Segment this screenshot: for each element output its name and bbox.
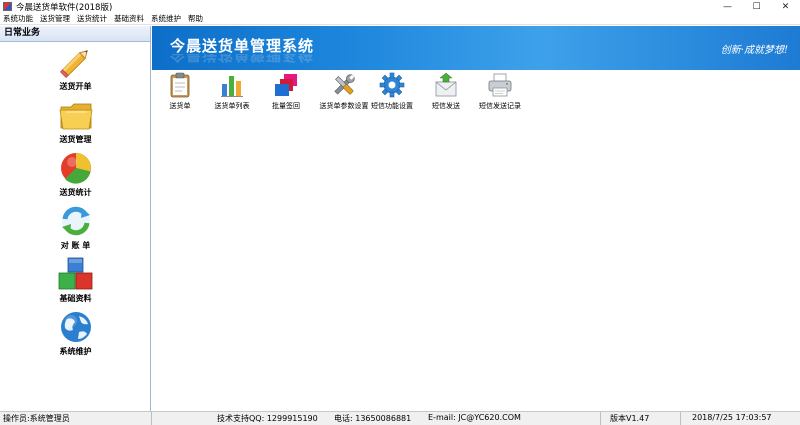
tool-sms-records[interactable]: 短信发送记录 xyxy=(474,72,526,114)
tool-delivery-note[interactable]: 送货单 xyxy=(160,72,200,114)
folder-icon xyxy=(59,103,93,130)
tool-sms-settings[interactable]: 短信功能设置 xyxy=(368,72,416,114)
banner-slogan: 创新·成就梦想! xyxy=(720,45,788,56)
gear-icon xyxy=(379,72,405,98)
mail-send-icon xyxy=(435,72,457,97)
tool-label: 短信功能设置 xyxy=(371,102,413,110)
clipboard-icon xyxy=(170,72,190,98)
menu-system-functions[interactable]: 系统功能 xyxy=(0,13,37,24)
printer-icon xyxy=(488,73,512,97)
sidebar-item-label: 送货管理 xyxy=(59,135,92,144)
sidebar-item-label: 基础资料 xyxy=(59,294,92,303)
sidebar-header: 日常业务 xyxy=(0,26,150,42)
minimize-icon[interactable]: — xyxy=(713,0,742,13)
tool-label: 送货单列表 xyxy=(214,102,250,110)
maximize-icon[interactable]: ☐ xyxy=(742,0,771,13)
window-title: 今晨送货单软件(2018版) xyxy=(16,2,113,13)
sidebar-item-delivery-management[interactable]: 送货管理 xyxy=(0,98,151,150)
tool-sms-send[interactable]: 短信发送 xyxy=(426,72,466,114)
tool-label: 送货单 xyxy=(169,102,191,110)
tool-label: 短信发送 xyxy=(432,102,460,110)
sidebar-item-label: 送货开单 xyxy=(59,82,92,91)
bar-chart-icon xyxy=(221,76,243,97)
status-separator xyxy=(151,412,152,425)
status-email: E-mail: JC@YC620.COM xyxy=(428,413,521,422)
stacked-windows-icon xyxy=(275,74,297,96)
sidebar-item-statement[interactable]: 对 账 单 xyxy=(0,204,151,256)
tool-delivery-list[interactable]: 送货单列表 xyxy=(208,72,256,114)
window-controls: — ☐ ✕ xyxy=(713,0,800,13)
sidebar-item-new-delivery[interactable]: 送货开单 xyxy=(0,45,151,97)
tool-label: 短信发送记录 xyxy=(479,102,521,110)
menu-delivery-management[interactable]: 送货管理 xyxy=(37,13,74,24)
sidebar-item-delivery-statistics[interactable]: 送货统计 xyxy=(0,151,151,203)
refresh-icon xyxy=(62,206,90,236)
status-datetime: 2018/7/25 17:03:57 xyxy=(692,413,772,422)
tool-label: 送货单参数设置 xyxy=(319,102,369,110)
pie-chart-icon xyxy=(61,153,91,184)
sidebar-item-system-maintenance[interactable]: 系统维护 xyxy=(0,310,151,362)
sidebar-item-label: 送货统计 xyxy=(59,188,92,197)
pencil-icon xyxy=(60,50,88,78)
globe-icon xyxy=(61,312,91,342)
tool-delivery-settings[interactable]: 送货单参数设置 xyxy=(312,72,376,114)
status-separator xyxy=(600,412,601,425)
sidebar-item-label: 系统维护 xyxy=(59,347,92,356)
toolbar: 送货单 送货单列表 批量签回 送货单参数设置 短信功能设置 短信发送 短信发送记… xyxy=(152,70,800,116)
sidebar-item-basic-data[interactable]: 基础资料 xyxy=(0,257,151,309)
status-version: 版本V1.47 xyxy=(610,414,650,423)
status-support-qq: 技术支持QQ: 1299915190 xyxy=(217,414,318,423)
blocks-icon xyxy=(58,257,93,290)
header-banner: 今晨送货单管理系统 今晨送货单管理系统 创新·成就梦想! xyxy=(152,26,800,70)
menu-bar: 系统功能 送货管理 送货统计 基础资料 系统维护 帮助 xyxy=(0,13,800,25)
status-operator: 操作员:系统管理员 xyxy=(3,414,70,423)
title-bar: 今晨送货单软件(2018版) — ☐ ✕ xyxy=(0,0,800,13)
tool-label: 批量签回 xyxy=(272,102,300,110)
status-phone: 电话: 13650086881 xyxy=(334,414,412,423)
sidebar-item-label: 对 账 单 xyxy=(60,241,91,250)
close-icon[interactable]: ✕ xyxy=(771,0,800,13)
main-workspace xyxy=(152,116,800,411)
app-icon xyxy=(3,2,12,11)
banner-title: 今晨送货单管理系统 xyxy=(170,37,315,55)
menu-system-maintenance[interactable]: 系统维护 xyxy=(148,13,185,24)
status-separator xyxy=(680,412,681,425)
status-bar: 操作员:系统管理员 技术支持QQ: 1299915190 电话: 1365008… xyxy=(0,411,800,425)
menu-basic-data[interactable]: 基础资料 xyxy=(111,13,148,24)
tool-batch-sign-back[interactable]: 批量签回 xyxy=(264,72,308,114)
banner-title-reflection: 今晨送货单管理系统 xyxy=(170,54,315,64)
menu-help[interactable]: 帮助 xyxy=(185,13,207,24)
tools-icon xyxy=(334,74,355,95)
menu-delivery-statistics[interactable]: 送货统计 xyxy=(74,13,111,24)
sidebar: 日常业务 送货开单 送货管理 送货统计 对 账 单 基础资料 系统维护 xyxy=(0,26,151,411)
